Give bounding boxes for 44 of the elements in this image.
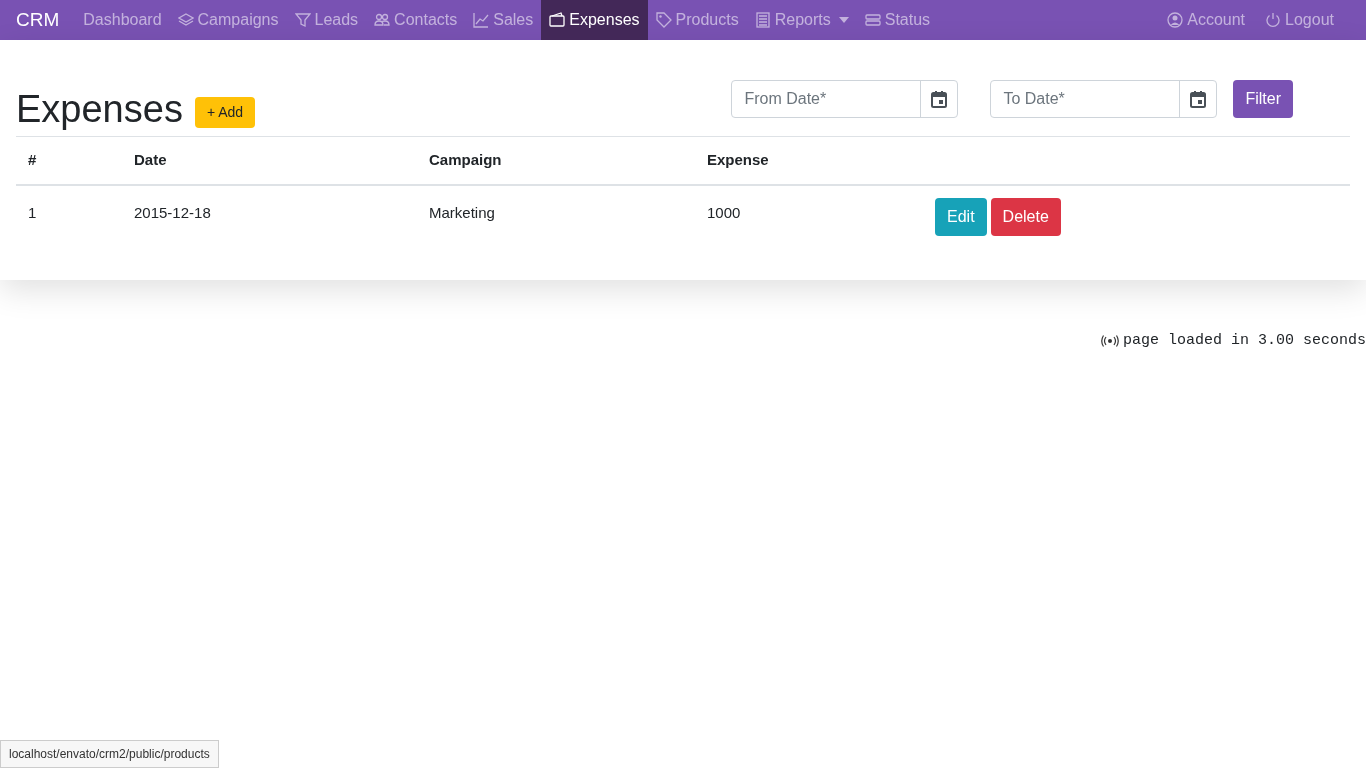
calendar-icon[interactable] [1190, 90, 1207, 108]
chart-icon [473, 12, 490, 28]
nav-link[interactable]: Reports [746, 0, 857, 40]
server-icon [864, 12, 881, 28]
nav-link[interactable]: Status [856, 0, 939, 40]
column-header: Campaign [417, 137, 695, 185]
tag-icon [655, 12, 672, 28]
nav-link[interactable]: Products [647, 0, 747, 40]
nav-link[interactable]: Dashboard [75, 0, 170, 40]
nav-link[interactable]: Sales [465, 0, 542, 40]
date-field[interactable]: From Date* [732, 81, 921, 117]
table-cell: Marketing [417, 184, 695, 236]
add-button[interactable]: + Add [194, 97, 256, 128]
calendar-icon[interactable] [931, 90, 948, 108]
table-cell: 1 [16, 184, 122, 236]
account-icon [1167, 12, 1184, 28]
nav-link[interactable]: Contacts [366, 0, 466, 40]
date-picker[interactable]: To Date* [990, 80, 1218, 118]
page-title: Expenses [16, 90, 183, 128]
nav-link[interactable]: Leads [286, 0, 367, 40]
edit-button[interactable]: Edit [935, 197, 987, 236]
date-field[interactable]: To Date* [991, 81, 1180, 117]
column-header: Expense [695, 137, 935, 185]
table-cell: 2015-12-18 [122, 184, 417, 236]
load-time-text: page loaded in 3.00 seconds [1122, 330, 1366, 351]
layers-icon [177, 12, 194, 28]
filter-button[interactable]: Filter [1233, 80, 1293, 118]
power-icon [1265, 12, 1282, 28]
funnel-icon [294, 12, 311, 28]
document-icon [754, 12, 771, 28]
date-picker[interactable]: From Date* [731, 80, 959, 118]
nav-link[interactable]: Logout [1257, 0, 1342, 40]
people-icon [374, 12, 391, 28]
brand-logo[interactable]: CRM [16, 5, 60, 35]
wallet-icon [549, 12, 566, 28]
nav-link[interactable]: Campaigns [169, 0, 287, 40]
table-cell: 1000 [695, 184, 935, 236]
column-header: Date [122, 137, 417, 185]
nav-link[interactable]: Account [1159, 0, 1254, 40]
status-url: localhost/envato/crm2/public/products [0, 740, 219, 768]
signal-icon [1100, 334, 1119, 347]
column-header: # [16, 137, 122, 185]
delete-button[interactable]: Delete [990, 197, 1061, 236]
nav-link[interactable]: Expenses [541, 0, 648, 40]
